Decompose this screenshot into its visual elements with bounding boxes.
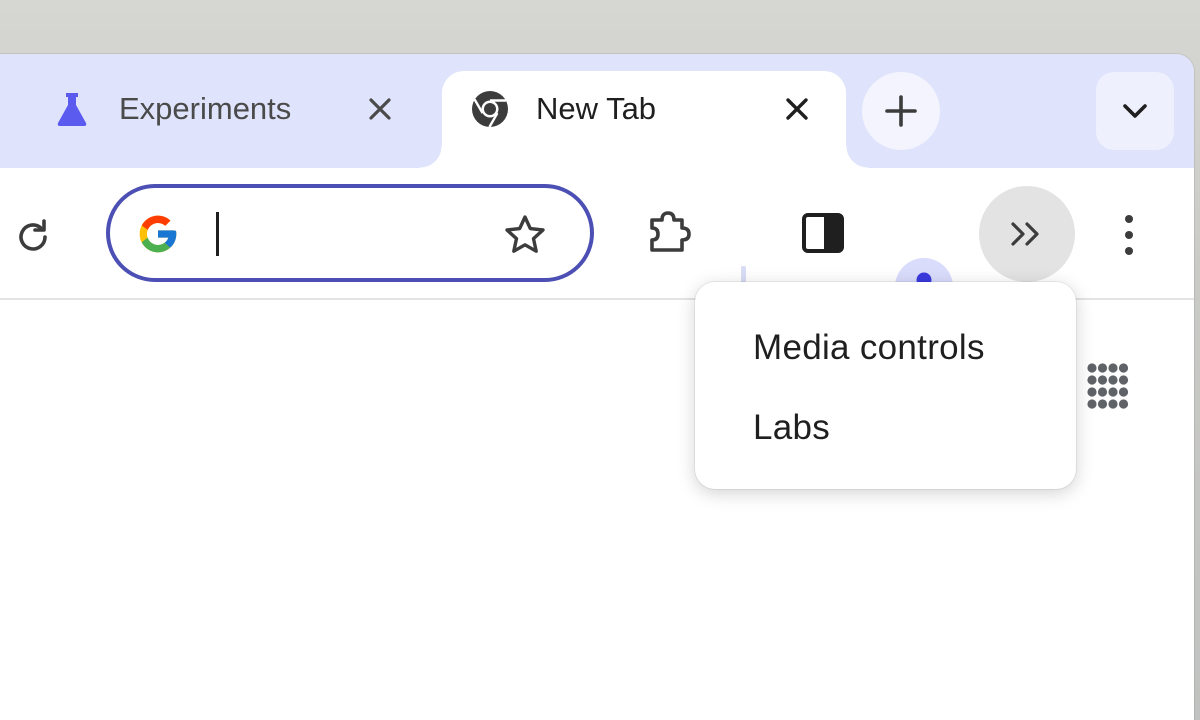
google-icon xyxy=(136,212,180,256)
address-input[interactable] xyxy=(210,210,480,258)
menu-item-label: Media controls xyxy=(753,328,985,367)
tab-search-button[interactable] xyxy=(1096,72,1174,150)
double-chevron-right-icon xyxy=(1007,218,1047,250)
chrome-icon xyxy=(470,89,510,129)
tab-new-tab[interactable]: New Tab xyxy=(420,71,868,168)
browser-window: Experiments New Tab Media controls Labs xyxy=(0,54,1194,720)
flask-icon xyxy=(52,89,92,129)
three-dots-vertical-icon xyxy=(1123,213,1135,257)
browser-menu-button[interactable] xyxy=(1104,208,1154,262)
text-cursor xyxy=(216,212,219,256)
omnibox[interactable] xyxy=(106,184,594,282)
menu-item-labs[interactable]: Labs xyxy=(695,388,1076,468)
toolbar-overflow-button[interactable] xyxy=(979,186,1075,282)
reload-icon xyxy=(13,217,53,257)
menu-item-media-controls[interactable]: Media controls xyxy=(695,308,1076,388)
side-panel-button[interactable] xyxy=(796,204,850,262)
apps-grid-icon xyxy=(1083,359,1133,409)
menu-item-label: Labs xyxy=(753,408,831,447)
new-tab-button[interactable] xyxy=(862,72,940,150)
tab-experiments[interactable]: Experiments xyxy=(0,71,440,168)
tab-strip: Experiments New Tab xyxy=(0,54,1194,168)
bookmark-star-button[interactable] xyxy=(500,210,550,260)
tab-close-icon[interactable] xyxy=(779,91,815,127)
side-panel-icon xyxy=(801,212,845,254)
tab-title: New Tab xyxy=(536,91,657,126)
google-apps-button[interactable] xyxy=(1078,354,1138,414)
plus-icon xyxy=(884,94,918,128)
extensions-button[interactable] xyxy=(638,202,700,264)
chevron-down-icon xyxy=(1121,101,1149,121)
puzzle-icon xyxy=(644,208,694,258)
tab-title: Experiments xyxy=(119,91,292,126)
overflow-menu: Media controls Labs xyxy=(695,282,1076,489)
reload-button[interactable] xyxy=(8,212,58,262)
star-outline-icon xyxy=(505,215,545,253)
tab-close-icon[interactable] xyxy=(362,91,398,127)
